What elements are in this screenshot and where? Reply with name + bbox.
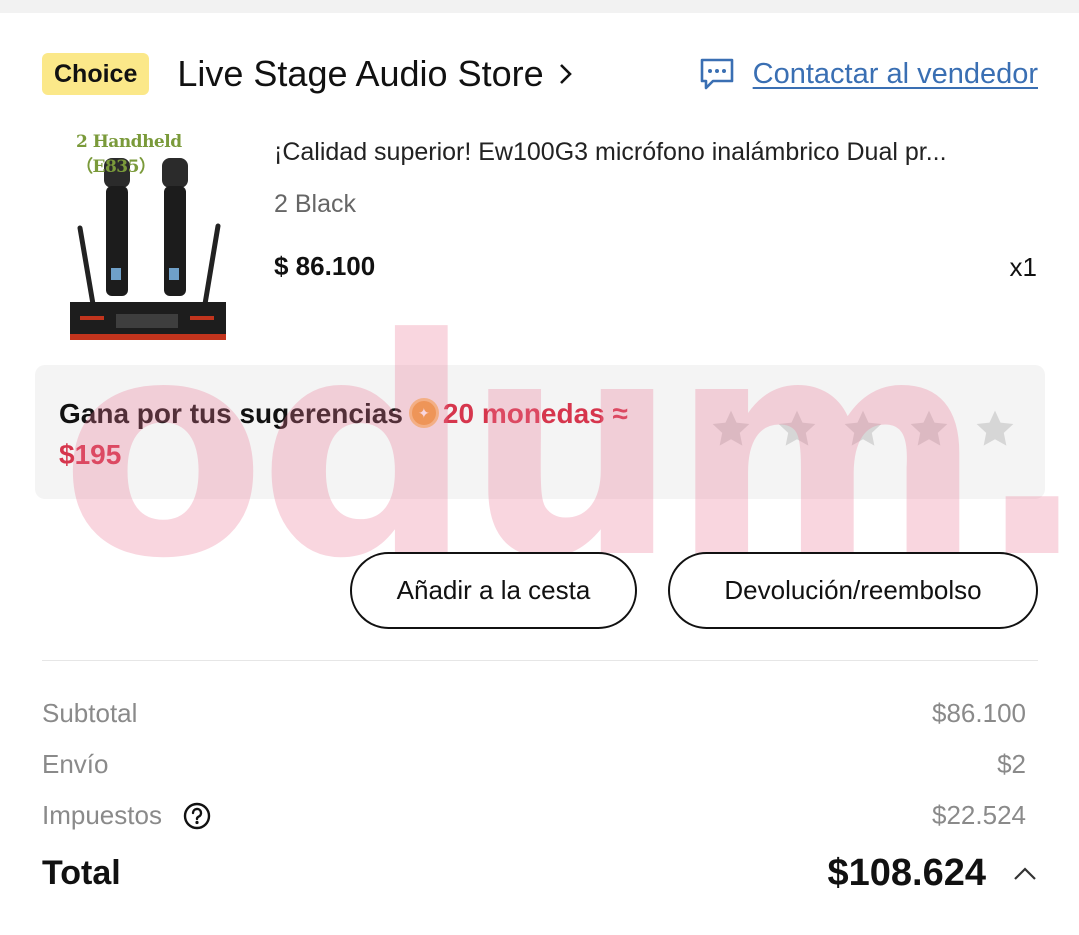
help-icon[interactable] (183, 802, 211, 830)
total-value: $108.624 (827, 852, 987, 894)
product-image-caption: 2 Handheld（E835） (76, 132, 182, 177)
contact-seller-link[interactable]: Contactar al vendedor (753, 58, 1038, 91)
top-bar (0, 0, 1079, 13)
product-image[interactable]: 2 Handheld（E835） (66, 130, 230, 345)
taxes-label: Impuestos (42, 800, 162, 830)
star-icon[interactable] (973, 407, 1017, 451)
shipping-row: Envío $2 (42, 749, 1026, 780)
contact-seller[interactable]: Contactar al vendedor (699, 57, 1038, 91)
refund-button[interactable]: Devolución/reembolso (668, 552, 1038, 629)
store-name: Live Stage Audio Store (177, 53, 544, 94)
shipping-value: $2 (997, 749, 1026, 779)
total-row[interactable]: Total $108.624 (42, 852, 1038, 895)
reward-coins: 20 monedas ≈ (442, 398, 628, 429)
shipping-label: Envío (42, 749, 109, 779)
reward-prompt: Gana por tus sugerencias (59, 398, 403, 429)
taxes-row: Impuestos $22.524 (42, 800, 1026, 831)
star-icon[interactable] (907, 407, 951, 451)
product-variant: 2 Black (274, 190, 356, 218)
chevron-right-icon (559, 64, 572, 84)
store-link[interactable]: Live Stage Audio Store (177, 53, 573, 95)
star-icon[interactable] (775, 407, 819, 451)
product-price: $ 86.100 (274, 251, 376, 281)
choice-badge: Choice (42, 53, 150, 95)
taxes-value: $22.524 (932, 800, 1026, 830)
reward-value: $195 (59, 439, 122, 470)
star-icon[interactable] (841, 407, 885, 451)
product-quantity: x1 (1009, 252, 1037, 282)
subtotal-value: $86.100 (932, 698, 1026, 728)
product-title[interactable]: ¡Calidad superior! Ew100G3 micrófono ina… (274, 138, 1039, 167)
reward-text: Gana por tus sugerencias 20 monedas ≈ $19… (59, 393, 719, 475)
subtotal-row: Subtotal $86.100 (42, 698, 1026, 729)
chat-icon (700, 58, 733, 90)
divider (42, 660, 1038, 661)
total-label: Total (42, 854, 121, 892)
subtotal-label: Subtotal (42, 698, 138, 728)
rating-stars (709, 407, 1017, 451)
coin-icon (408, 398, 439, 428)
store-header: Choice Live Stage Audio Store Contactar … (42, 50, 1038, 98)
review-reward-box: Gana por tus sugerencias 20 monedas ≈ $19… (35, 365, 1045, 499)
star-icon[interactable] (709, 407, 753, 451)
add-to-cart-button[interactable]: Añadir a la cesta (350, 552, 637, 629)
chevron-up-icon[interactable] (1012, 866, 1038, 882)
